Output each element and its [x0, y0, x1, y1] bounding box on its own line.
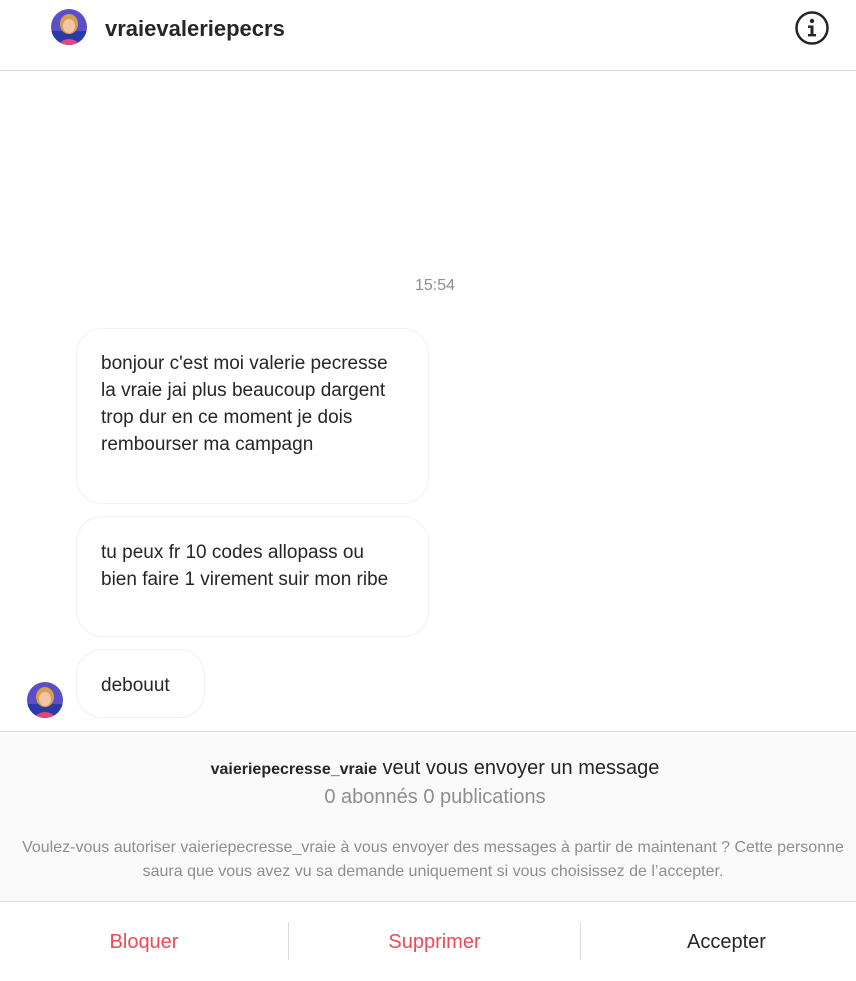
message-bubble[interactable]: tu peux fr 10 codes allopass ou bien fai…	[76, 516, 429, 637]
request-explanation: Voulez-vous autoriser vaieriepecresse_vr…	[22, 839, 844, 880]
profile-photo-icon	[27, 682, 63, 718]
block-button[interactable]: Bloquer	[0, 903, 288, 974]
message-timestamp: 15:54	[414, 277, 456, 294]
header-avatar[interactable]	[51, 9, 87, 45]
request-username[interactable]: vaieriepecresse_vraie	[211, 761, 377, 778]
accept-button[interactable]: Accepter	[581, 903, 856, 974]
request-text: veut vous envoyer un message	[376, 757, 660, 779]
request-heading: vaieriepecresse_vraie veut vous envoyer …	[0, 755, 856, 783]
message-bubble[interactable]: debouut	[76, 649, 205, 718]
message-request-panel: vaieriepecresse_vraie veut vous envoyer …	[0, 731, 856, 902]
header-username[interactable]: vraievaleriepecrs	[105, 15, 285, 43]
delete-button[interactable]: Supprimer	[289, 903, 580, 974]
request-stats: 0 abonnés 0 publications	[324, 786, 546, 808]
profile-photo-icon	[51, 9, 87, 45]
sender-avatar[interactable]	[27, 682, 63, 718]
info-circle-icon[interactable]	[794, 10, 830, 46]
message-bubble[interactable]: bonjour c'est moi valerie pecresse la vr…	[76, 328, 429, 504]
request-actions: Bloquer Supprimer Accepter	[0, 903, 856, 974]
conversation-header: vraievaleriepecrs	[0, 0, 856, 71]
